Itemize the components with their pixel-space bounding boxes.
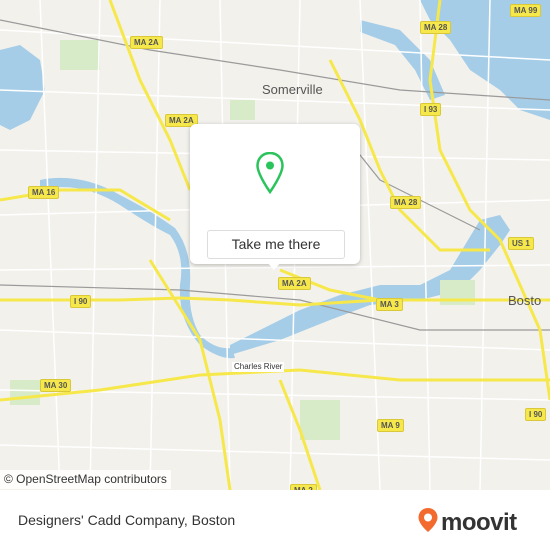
city-label-boston: Bosto bbox=[508, 293, 542, 308]
moovit-pin-icon bbox=[417, 507, 439, 538]
route-shield: I 90 bbox=[70, 295, 92, 308]
park bbox=[10, 380, 40, 405]
park bbox=[230, 100, 255, 120]
route-shield: MA 9 bbox=[377, 419, 404, 432]
moovit-wordmark: moovit bbox=[441, 508, 517, 536]
route-shield: MA 30 bbox=[40, 379, 72, 392]
route-shield: US 1 bbox=[508, 237, 534, 250]
place-name: Designers' Cadd Company, Boston bbox=[18, 512, 236, 528]
river-label: Charles River bbox=[232, 362, 285, 372]
route-shield: MA 28 bbox=[390, 196, 422, 209]
route-shield: MA 2A bbox=[130, 36, 163, 49]
footer-bar: Designers' Cadd Company, Boston moovit bbox=[0, 490, 550, 550]
route-shield: MA 16 bbox=[28, 186, 60, 199]
route-shield: MA 99 bbox=[510, 4, 542, 17]
city-label-somerville: Somerville bbox=[262, 82, 323, 97]
route-shield: MA 2A bbox=[278, 277, 311, 290]
fresh-pond bbox=[0, 45, 45, 130]
route-shield: I 93 bbox=[420, 103, 442, 116]
popup-pointer bbox=[267, 262, 281, 270]
route-shield: I 90 bbox=[525, 408, 547, 421]
moovit-logo[interactable]: moovit bbox=[417, 507, 517, 538]
take-me-there-button[interactable]: Take me there bbox=[207, 230, 345, 259]
route-shield: MA 3 bbox=[376, 298, 403, 311]
park bbox=[60, 40, 100, 70]
map-view[interactable]: Somerville Bosto MA 28 MA 99 MA 2A MA 2A… bbox=[0, 0, 550, 490]
park bbox=[300, 400, 340, 440]
map-attribution[interactable]: © OpenStreetMap contributors bbox=[0, 470, 171, 489]
route-shield: MA 28 bbox=[420, 21, 452, 34]
